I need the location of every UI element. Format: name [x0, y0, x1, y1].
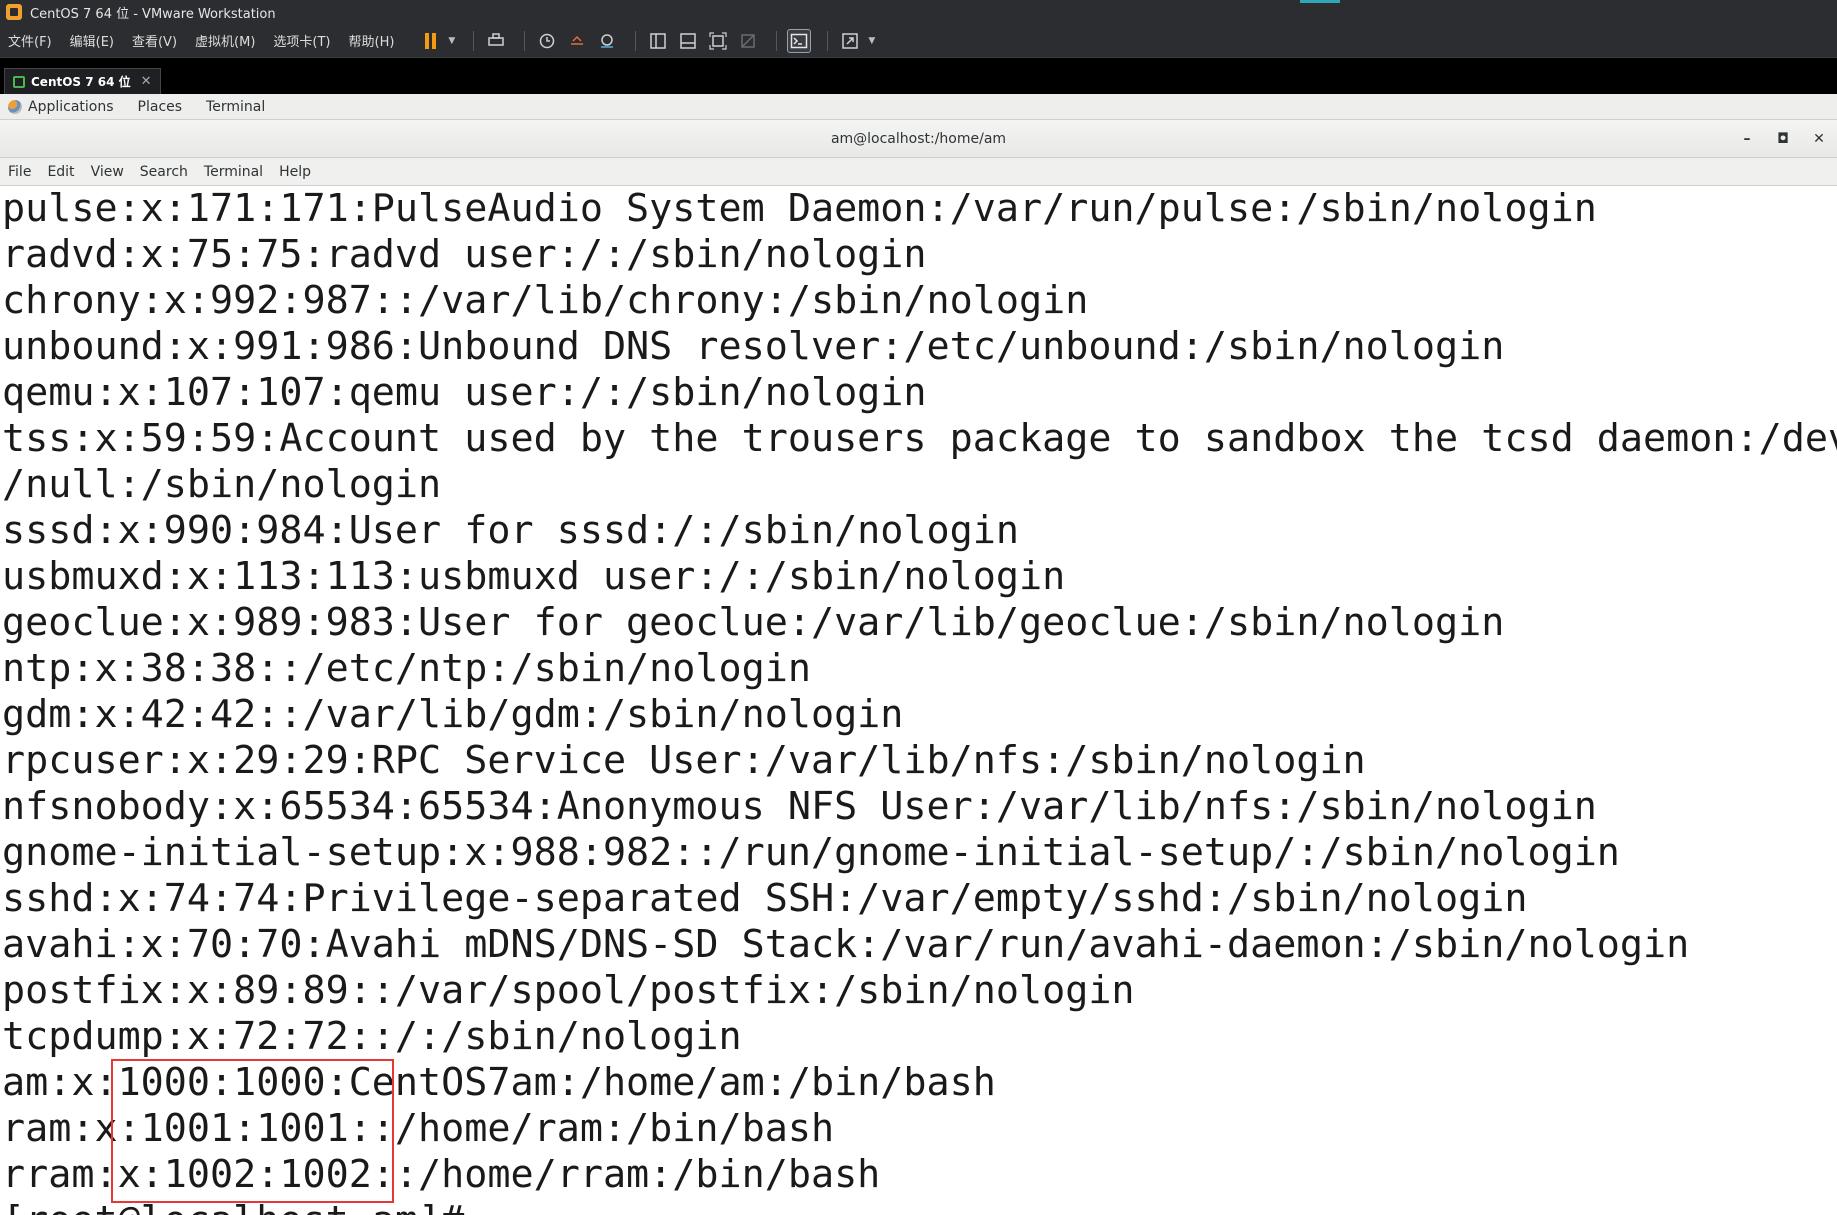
toolbar-separator [635, 30, 637, 51]
terminal-line: ntp:x:38:38::/etc/ntp:/sbin/nologin [2, 646, 811, 691]
revert-snapshot-button[interactable] [565, 29, 589, 53]
vm-running-icon [13, 75, 25, 88]
unity-button[interactable] [736, 29, 760, 53]
maximize-button[interactable]: ◘ [1765, 131, 1801, 147]
vmware-logo-icon [6, 4, 22, 20]
terminal-line: usbmuxd:x:113:113:usbmuxd user:/:/sbin/n… [2, 554, 1066, 599]
terminal-line: nfsnobody:x:65534:65534:Anonymous NFS Us… [2, 784, 1597, 829]
tab-close-icon[interactable]: ✕ [141, 74, 152, 89]
terminal-line: radvd:x:75:75:radvd user:/:/sbin/nologin [2, 232, 927, 277]
snapshot-manager-button[interactable] [595, 29, 619, 53]
terminal-line: /null:/sbin/nologin [2, 462, 442, 507]
terminal-menu-view[interactable]: View [91, 164, 124, 180]
unity-disabled-icon [741, 33, 756, 48]
stretch-icon [842, 32, 859, 49]
clock-icon [540, 33, 555, 48]
panel-applications-menu[interactable]: Applications [28, 99, 114, 115]
window-title: CentOS 7 64 位 - VMware Workstation [30, 6, 276, 22]
terminal-window-title: am@localhost:/home/am [830, 130, 1007, 147]
toolbar-separator [776, 30, 778, 51]
tab-label: CentOS 7 64 位 [31, 75, 131, 89]
terminal-line: unbound:x:991:986:Unbound DNS resolver:/… [2, 324, 1505, 369]
terminal-line: tcpdump:x:72:72::/:/sbin/nologin [2, 1014, 742, 1059]
terminal-menu-terminal[interactable]: Terminal [204, 164, 263, 180]
minimize-button[interactable]: – [1729, 131, 1765, 147]
panel-places-menu[interactable]: Places [138, 99, 183, 115]
menu-file[interactable]: 文件(F) [8, 31, 52, 50]
vmware-titlebar: CentOS 7 64 位 - VMware Workstation [0, 0, 1837, 24]
window-controls: – ◘ ✕ [1729, 120, 1837, 158]
close-button[interactable]: ✕ [1801, 131, 1837, 147]
toolbar-separator [827, 30, 829, 51]
terminal-line: rpcuser:x:29:29:RPC Service User:/var/li… [2, 738, 1366, 783]
full-screen-button[interactable] [706, 29, 730, 53]
uid-gid-highlight-box [111, 1059, 394, 1203]
send-ctrl-alt-del-button[interactable] [484, 29, 508, 53]
terminal-menu-file[interactable]: File [8, 164, 31, 180]
terminal-line: chrony:x:992:987::/var/lib/chrony:/sbin/… [2, 278, 1089, 323]
stretch-guest-button[interactable] [838, 29, 862, 53]
menu-edit[interactable]: 编辑(E) [70, 31, 114, 50]
gnome-top-panel: Applications Places Terminal [0, 94, 1837, 120]
terminal-line: sshd:x:74:74:Privilege-separated SSH:/va… [2, 876, 1528, 921]
toolbar-separator [473, 30, 475, 51]
terminal-line: tss:x:59:59:Account used by the trousers… [2, 416, 1837, 461]
panel-terminal-menu[interactable]: Terminal [206, 99, 265, 115]
terminal-line: gnome-initial-setup:x:988:982::/run/gnom… [2, 830, 1620, 875]
terminal-line: pulse:x:171:171:PulseAudio System Daemon… [2, 186, 1597, 231]
snapshot-button[interactable] [535, 29, 559, 53]
vm-tabbar: CentOS 7 64 位 ✕ [0, 58, 1837, 94]
sidebar-layout-icon [650, 32, 667, 49]
vmware-menubar: 文件(F) 编辑(E) 查看(V) 虚拟机(M) 选项卡(T) 帮助(H) [0, 31, 412, 50]
terminal-output[interactable]: pulse:x:171:171:PulseAudio System Daemon… [0, 186, 1837, 1215]
bottom-panel-layout-icon [680, 32, 697, 49]
fullscreen-icon [709, 31, 727, 50]
terminal-menu-search[interactable]: Search [140, 164, 188, 180]
revert-icon [571, 35, 584, 45]
tab-centos7[interactable]: CentOS 7 64 位 ✕ [4, 68, 161, 94]
pause-dropdown-icon[interactable]: ▼ [448, 36, 455, 46]
terminal-line: avahi:x:70:70:Avahi mDNS/DNS-SD Stack:/v… [2, 922, 1690, 967]
toolbar-separator [524, 30, 526, 51]
terminal-line: postfix:x:89:89::/var/spool/postfix:/sbi… [2, 968, 1135, 1013]
terminal-headerbar: am@localhost:/home/am – ◘ ✕ [0, 120, 1837, 158]
snapshot-manager-icon [601, 33, 614, 48]
terminal-line: gdm:x:42:42::/var/lib/gdm:/sbin/nologin [2, 692, 904, 737]
menu-view[interactable]: 查看(V) [132, 31, 177, 50]
terminal-line: qemu:x:107:107:qemu user:/:/sbin/nologin [2, 370, 927, 415]
show-library-button[interactable] [646, 29, 670, 53]
console-view-button[interactable] [787, 28, 812, 53]
stretch-dropdown-icon[interactable]: ▼ [868, 36, 875, 46]
terminal-line: sssd:x:990:984:User for sssd:/:/sbin/nol… [2, 508, 1019, 553]
show-thumbnail-button[interactable] [676, 29, 700, 53]
menu-help[interactable]: 帮助(H) [349, 31, 395, 50]
applications-icon [8, 99, 22, 114]
terminal-menubar: File Edit View Search Terminal Help [0, 158, 1837, 186]
titlebar-accent [1300, 0, 1340, 3]
pause-button[interactable] [418, 29, 442, 53]
keyboard-send-icon [488, 32, 505, 46]
terminal-menu-help[interactable]: Help [279, 164, 311, 180]
terminal-menu-edit[interactable]: Edit [47, 164, 74, 180]
menu-tabs[interactable]: 选项卡(T) [273, 31, 330, 50]
terminal-icon [791, 33, 808, 48]
pause-icon [424, 32, 436, 49]
menu-vm[interactable]: 虚拟机(M) [195, 31, 255, 50]
terminal-line: geoclue:x:989:983:User for geoclue:/var/… [2, 600, 1505, 645]
vmware-toolbar: 文件(F) 编辑(E) 查看(V) 虚拟机(M) 选项卡(T) 帮助(H) ▼ [0, 24, 1837, 58]
